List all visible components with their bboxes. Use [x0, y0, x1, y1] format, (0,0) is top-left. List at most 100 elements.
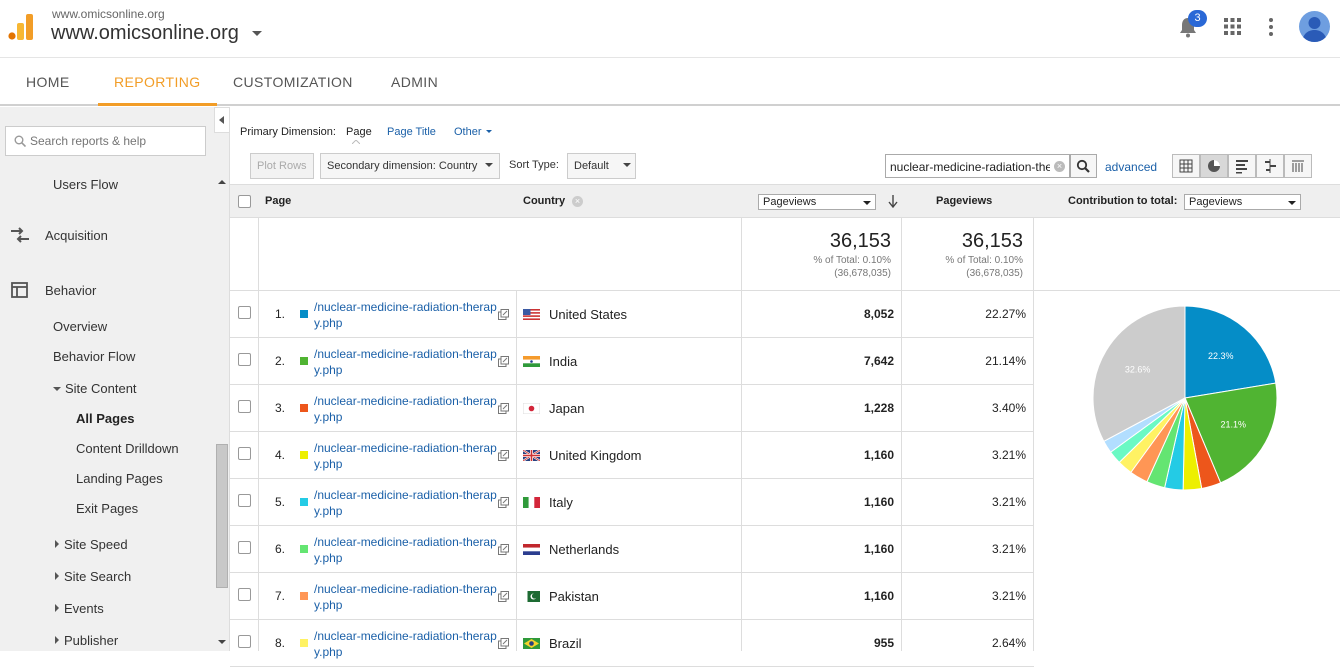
sort-type-label: Sort Type:: [509, 159, 559, 171]
open-external-icon[interactable]: [498, 591, 509, 602]
contribution-percent: 21.14%: [985, 354, 1026, 368]
total-pageviews-contribution: 36,153: [961, 230, 1023, 252]
apps-grid-icon[interactable]: [1224, 18, 1241, 35]
table-filter[interactable]: ×: [885, 154, 1070, 178]
page-link[interactable]: /nuclear-medicine-radiation-therapy.php: [314, 440, 499, 472]
page-link[interactable]: /nuclear-medicine-radiation-therapy.php: [314, 299, 499, 331]
country-name: Netherlands: [549, 542, 620, 557]
tab-reporting[interactable]: REPORTING: [98, 58, 217, 106]
primary-dimension-page[interactable]: Page: [346, 126, 372, 138]
row-color-swatch: [300, 498, 308, 506]
metric-select[interactable]: Pageviews: [758, 194, 876, 210]
sidebar-item-content-drilldown[interactable]: Content Drilldown: [76, 441, 179, 456]
more-vert-icon[interactable]: [1268, 17, 1274, 37]
sidebar-item-site-content[interactable]: Site Content: [53, 381, 137, 396]
clear-icon[interactable]: ×: [1054, 161, 1065, 172]
country-name: Japan: [549, 401, 585, 416]
sidebar-scroll-thumb[interactable]: [216, 444, 228, 588]
scroll-down-icon[interactable]: [218, 639, 226, 645]
page-link[interactable]: /nuclear-medicine-radiation-therapy.php: [314, 393, 499, 425]
sidebar-item-publisher[interactable]: Publisher: [55, 633, 118, 648]
sort-type-select[interactable]: Default: [567, 153, 636, 179]
column-page[interactable]: Page: [265, 195, 291, 207]
notification-count-badge[interactable]: 3: [1188, 10, 1207, 27]
open-external-icon[interactable]: [498, 544, 509, 555]
page-link[interactable]: /nuclear-medicine-radiation-therapy.php: [314, 581, 499, 613]
country-flag-icon: [523, 309, 540, 320]
open-external-icon[interactable]: [498, 356, 509, 367]
page-link[interactable]: /nuclear-medicine-radiation-therapy.php: [314, 534, 499, 566]
open-external-icon[interactable]: [498, 450, 509, 461]
contribution-percent: 22.27%: [985, 307, 1026, 321]
sidebar-item-site-speed[interactable]: Site Speed: [55, 537, 128, 552]
column-country[interactable]: Country: [523, 195, 565, 207]
table-row: 5. /nuclear-medicine-radiation-therapy.ph…: [230, 479, 1034, 526]
view-comparison-button[interactable]: [1256, 154, 1284, 178]
view-percentage-button[interactable]: [1200, 154, 1228, 178]
total-percent: % of Total: 0.10%: [813, 255, 891, 266]
view-pivot-button[interactable]: [1284, 154, 1312, 178]
secondary-dimension-select[interactable]: Secondary dimension: Country: [320, 153, 501, 179]
tab-home[interactable]: HOME: [26, 58, 70, 106]
tab-customization[interactable]: CUSTOMIZATION: [233, 58, 353, 106]
sidebar-item-users-flow[interactable]: Users Flow: [53, 177, 118, 192]
row-checkbox[interactable]: [238, 353, 251, 366]
primary-dimension-page-title[interactable]: Page Title: [387, 126, 436, 138]
row-checkbox[interactable]: [238, 494, 251, 507]
sidebar-item-all-pages[interactable]: All Pages: [76, 411, 135, 426]
table-row: 1. /nuclear-medicine-radiation-therapy.ph…: [230, 291, 1034, 338]
remove-dimension-icon[interactable]: ×: [572, 196, 583, 207]
filter-search-button[interactable]: [1070, 154, 1097, 178]
open-external-icon[interactable]: [498, 638, 509, 649]
sidebar-item-behavior-flow[interactable]: Behavior Flow: [53, 349, 135, 364]
user-avatar[interactable]: [1299, 11, 1330, 42]
sidebar-collapse-button[interactable]: [214, 107, 230, 133]
row-checkbox[interactable]: [238, 447, 251, 460]
account-name: www.omicsonline.org: [52, 7, 165, 21]
select-all-checkbox[interactable]: [238, 195, 251, 208]
view-performance-button[interactable]: [1228, 154, 1256, 178]
table-row: 7. /nuclear-medicine-radiation-therapy.ph…: [230, 573, 1034, 620]
open-external-icon[interactable]: [498, 403, 509, 414]
open-external-icon[interactable]: [498, 497, 509, 508]
contribution-percent: 3.21%: [991, 448, 1026, 462]
analytics-logo[interactable]: [8, 14, 34, 40]
property-selector[interactable]: www.omicsonline.org: [51, 22, 239, 45]
contribution-select[interactable]: Pageviews: [1184, 194, 1301, 210]
sort-descending-icon[interactable]: [888, 195, 898, 208]
sidebar-item-exit-pages[interactable]: Exit Pages: [76, 501, 138, 516]
plot-rows-button[interactable]: Plot Rows: [250, 153, 314, 179]
pageviews-value: 1,160: [863, 448, 894, 462]
row-checkbox[interactable]: [238, 635, 251, 648]
column-pageviews[interactable]: Pageviews: [936, 195, 992, 207]
selected-pointer-icon: [352, 140, 360, 144]
chevron-down-icon[interactable]: [252, 31, 262, 36]
country-flag-icon: [523, 450, 540, 461]
row-checkbox[interactable]: [238, 400, 251, 413]
filter-input[interactable]: [890, 159, 1050, 174]
row-number: 1.: [274, 307, 285, 321]
report-search[interactable]: [5, 126, 206, 156]
scroll-up-icon[interactable]: [218, 179, 226, 185]
country-name: Italy: [549, 495, 573, 510]
page-link[interactable]: /nuclear-medicine-radiation-therapy.php: [314, 487, 499, 519]
page-link[interactable]: /nuclear-medicine-radiation-therapy.php: [314, 628, 499, 660]
view-data-table-button[interactable]: [1172, 154, 1200, 178]
pie-chart-icon: [1208, 160, 1220, 172]
open-external-icon[interactable]: [498, 309, 509, 320]
tab-admin[interactable]: ADMIN: [391, 58, 438, 106]
main-navigation: HOME REPORTING CUSTOMIZATION ADMIN: [0, 58, 1340, 106]
sidebar-item-behavior[interactable]: Behavior: [45, 283, 96, 298]
primary-dimension-other[interactable]: Other: [454, 126, 492, 138]
sidebar-item-site-search[interactable]: Site Search: [55, 569, 131, 584]
sidebar-item-acquisition[interactable]: Acquisition: [45, 228, 108, 243]
sidebar-item-events[interactable]: Events: [55, 601, 104, 616]
sidebar-item-landing-pages[interactable]: Landing Pages: [76, 471, 163, 486]
page-link[interactable]: /nuclear-medicine-radiation-therapy.php: [314, 346, 499, 378]
advanced-filter-link[interactable]: advanced: [1105, 160, 1157, 174]
row-checkbox[interactable]: [238, 306, 251, 319]
row-checkbox[interactable]: [238, 541, 251, 554]
row-checkbox[interactable]: [238, 588, 251, 601]
sidebar-item-overview[interactable]: Overview: [53, 319, 107, 334]
search-input[interactable]: [30, 133, 200, 149]
